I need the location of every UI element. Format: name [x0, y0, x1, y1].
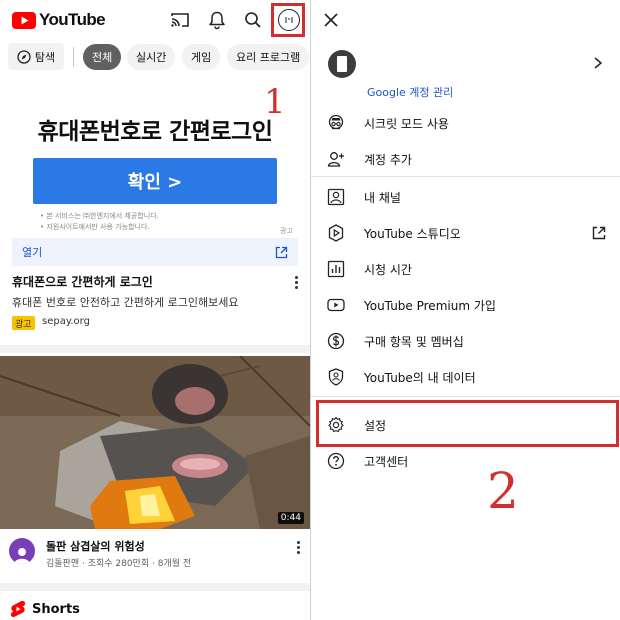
ad-more-options-icon[interactable] — [295, 276, 299, 291]
ad-headline: 휴대폰으로 간편하게 로그인 — [12, 275, 153, 289]
menu-item-my-channel[interactable]: 내 채널 — [311, 180, 620, 214]
studio-gear-icon — [328, 224, 344, 242]
home-feed-panel: YouTube 탐색 전체 실시간 게임 요리 프로그램 1 휴대폰번호로 간편… — [0, 0, 310, 620]
menu-item-premium[interactable]: YouTube Premium 가입 — [311, 288, 620, 322]
menu-item-incognito-label: 시크릿 모드 사용 — [364, 116, 449, 131]
menu-item-premium-label: YouTube Premium 가입 — [364, 298, 496, 313]
video-thumbnail-image — [0, 356, 310, 529]
youtube-logo-text: YouTube — [39, 10, 106, 29]
menu-item-incognito[interactable]: 시크릿 모드 사용 — [311, 106, 620, 140]
watch-time-chart-icon — [327, 260, 345, 278]
shield-person-icon — [328, 368, 344, 386]
youtube-logo[interactable]: YouTube — [12, 10, 106, 30]
menu-item-purchases[interactable]: 구매 항목 및 멤버십 — [311, 324, 620, 358]
category-chip-bar: 탐색 전체 실시간 게임 요리 프로그램 — [0, 42, 310, 72]
open-external-icon — [592, 226, 606, 240]
ad-open-row[interactable]: 열기 — [12, 238, 298, 266]
video-duration: 0:44 — [277, 512, 304, 524]
shorts-logo-icon — [10, 601, 26, 617]
menu-item-your-data-label: YouTube의 내 데이터 — [364, 370, 476, 385]
menu-item-purchases-label: 구매 항목 및 멤버십 — [364, 334, 464, 349]
manage-google-account-link[interactable]: Google 계정 관리 — [367, 84, 453, 100]
chip-divider — [73, 47, 74, 67]
menu-item-youtube-studio[interactable]: YouTube 스튜디오 — [311, 216, 620, 250]
menu-divider — [311, 176, 620, 177]
annotation-step-2: 2 — [487, 462, 519, 520]
menu-divider — [311, 396, 620, 397]
youtube-play-icon — [12, 11, 36, 29]
ad-small-tag: 광고 — [280, 227, 293, 235]
feed-divider — [0, 345, 310, 353]
menu-item-help-label: 고객센터 — [364, 454, 409, 469]
channel-avatar-person-icon — [14, 548, 30, 564]
search-icon[interactable] — [243, 10, 263, 30]
menu-item-add-account-label: 계정 추가 — [364, 152, 412, 167]
menu-item-add-account[interactable]: 계정 추가 — [311, 142, 620, 176]
ad-disclaimer-2: • 지원사이트에서만 사용 가능합니다. — [40, 223, 150, 231]
incognito-icon — [328, 114, 344, 130]
shorts-label: Shorts — [32, 601, 80, 617]
menu-item-watch-time[interactable]: 시청 시간 — [311, 252, 620, 286]
explore-chip[interactable]: 탐색 — [8, 43, 64, 70]
ad-banner-title: 휴대폰번호로 간편로그인 — [37, 119, 273, 145]
close-icon[interactable] — [323, 12, 339, 28]
menu-item-my-channel-label: 내 채널 — [364, 190, 401, 205]
account-avatar[interactable] — [328, 50, 356, 78]
video-title[interactable]: 돌판 삼겹살의 위험성 — [46, 538, 145, 554]
ad-badge: 광고 — [12, 316, 35, 330]
notifications-bell-icon[interactable] — [207, 10, 227, 30]
menu-item-help[interactable]: 고객센터 — [311, 444, 620, 478]
channel-avatar[interactable] — [9, 538, 35, 564]
chevron-right-icon[interactable] — [593, 56, 603, 70]
chip-gaming[interactable]: 게임 — [182, 44, 221, 70]
ad-disclaimer-1: • 본 서비스는 ㈜한엔지에서 제공합니다. — [40, 212, 159, 220]
menu-item-your-data[interactable]: YouTube의 내 데이터 — [311, 360, 620, 394]
video-more-options-icon[interactable] — [297, 541, 301, 556]
video-meta: 김돌판맨 · 조회수 280만회 · 8개월 전 — [46, 559, 192, 569]
ad-description: 휴대폰 번호로 안전하고 간편하게 로그인해보세요 — [12, 296, 239, 309]
shorts-header: Shorts — [10, 600, 80, 618]
explore-chip-label: 탐색 — [34, 50, 56, 64]
youtube-premium-icon — [327, 298, 345, 312]
open-external-icon — [275, 246, 288, 258]
ad-domain: sepay.org — [42, 316, 90, 327]
annotation-highlight-settings — [316, 400, 619, 447]
menu-item-watch-time-label: 시청 시간 — [364, 262, 412, 277]
shorts-divider — [0, 583, 310, 591]
menu-item-youtube-studio-label: YouTube 스튜디오 — [364, 226, 461, 241]
chip-all[interactable]: 전체 — [83, 44, 122, 70]
video-thumbnail[interactable]: 0:44 — [0, 356, 310, 529]
add-account-icon — [327, 152, 344, 167]
dollar-circle-icon — [327, 332, 345, 350]
cast-icon[interactable] — [170, 10, 190, 30]
annotation-highlight-avatar — [271, 3, 305, 37]
account-menu-panel: Google 계정 관리 시크릿 모드 사용 계정 추가 내 채널 YouTub… — [311, 0, 620, 620]
ad-open-label: 열기 — [22, 246, 43, 259]
my-channel-icon — [327, 188, 345, 206]
chip-cooking-shows[interactable]: 요리 프로그램 — [227, 44, 310, 70]
compass-icon — [17, 49, 31, 64]
top-app-bar: YouTube — [0, 0, 310, 40]
help-question-icon — [327, 452, 345, 470]
ad-confirm-button[interactable]: 확인 > — [33, 158, 277, 204]
chip-live[interactable]: 실시간 — [127, 44, 176, 70]
